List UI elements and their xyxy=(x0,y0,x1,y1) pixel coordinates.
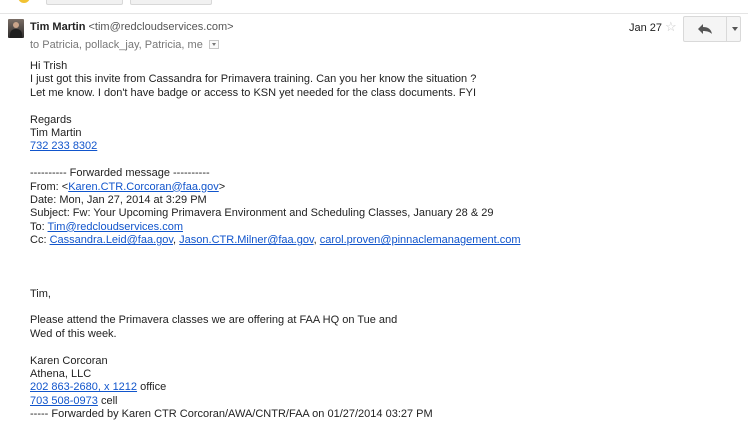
forwarded-to: To: Tim@redcloudservices.com xyxy=(30,221,730,234)
from-end: > xyxy=(218,180,226,193)
signature-name: Tim Martin xyxy=(30,126,82,139)
cc-email-link[interactable]: Cassandra.Leid@faa.gov xyxy=(50,234,173,246)
to-email-link[interactable]: Tim@redcloudservices.com xyxy=(48,221,183,233)
avatar-torso xyxy=(10,29,22,38)
cc-email-link[interactable]: carol.proven@pinnaclemanagement.com xyxy=(320,234,521,246)
reply-icon xyxy=(698,24,712,34)
reply-button-group xyxy=(683,16,741,42)
folder-icon[interactable] xyxy=(18,0,30,3)
greeting: Hi Trish xyxy=(30,60,68,72)
avatar[interactable] xyxy=(8,19,24,38)
dropdown-icon[interactable] xyxy=(208,40,219,49)
salutation: Tim, xyxy=(30,287,51,300)
recipients-text: to Patricia, pollack_jay, Patricia, me xyxy=(30,39,203,51)
cc-email-link[interactable]: Jason.CTR.Milner@faa.gov xyxy=(179,234,313,246)
toolbar xyxy=(0,0,748,14)
cell-label: cell xyxy=(97,394,118,407)
divider xyxy=(0,13,748,14)
office-label: office xyxy=(137,381,167,394)
chevron-down-icon[interactable] xyxy=(732,27,738,31)
body-line: I just got this invite from Cassandra fo… xyxy=(30,73,477,86)
from-label: From: < xyxy=(30,180,69,193)
star-icon[interactable]: ☆ xyxy=(665,20,677,33)
recipients: to Patricia, pollack_jay, Patricia, me xyxy=(30,39,219,51)
cell-phone: 703 508-0973 cell xyxy=(30,395,730,408)
phone-link[interactable]: 732 233 8302 xyxy=(30,140,97,152)
cc-label: Cc: xyxy=(30,234,50,247)
body-line: Please attend the Primavera classes we a… xyxy=(30,314,398,327)
forwarded-from: From: <Karen.CTR.Corcoran@faa.gov> xyxy=(30,181,730,194)
sender-name[interactable]: Tim Martin xyxy=(30,21,85,33)
sender[interactable]: Tim Martin <tim@redcloudservices.com> xyxy=(30,21,234,33)
regards: Regards xyxy=(30,113,72,126)
forwarded-divider: ---------- Forwarded message ---------- xyxy=(30,167,210,180)
message-date: Jan 27 xyxy=(629,22,663,34)
avatar-head xyxy=(13,22,19,28)
to-label: To: xyxy=(30,220,48,233)
forwarded-date: Date: Mon, Jan 27, 2014 at 3:29 PM xyxy=(30,193,207,206)
body-line: Let me know. I don't have badge or acces… xyxy=(30,86,477,99)
forwarded-subject: Subject: Fw: Your Upcoming Primavera Env… xyxy=(30,207,494,220)
reply-button[interactable] xyxy=(684,17,727,41)
signature-name: Karen Corcoran xyxy=(30,354,108,367)
office-phone-link[interactable]: 202 863-2680, x 1212 xyxy=(30,381,137,393)
forwarded-by-line: ----- Forwarded by Karen CTR Corcoran/AW… xyxy=(30,408,433,421)
toolbar-button[interactable] xyxy=(46,0,123,5)
body-line: Wed of this week. xyxy=(30,327,117,340)
sender-email: <tim@redcloudservices.com> xyxy=(88,21,234,33)
forwarded-cc: Cc: Cassandra.Leid@faa.gov, Jason.CTR.Mi… xyxy=(30,234,730,247)
signature-company: Athena, LLC xyxy=(30,367,92,380)
toolbar-button[interactable] xyxy=(130,0,212,5)
message-body: Hi Trish I just got this invite from Cas… xyxy=(30,60,730,422)
office-phone: 202 863-2680, x 1212 office xyxy=(30,381,730,394)
from-email-link[interactable]: Karen.CTR.Corcoran@faa.gov xyxy=(68,181,219,193)
cell-phone-link[interactable]: 703 508-0973 xyxy=(30,395,98,407)
